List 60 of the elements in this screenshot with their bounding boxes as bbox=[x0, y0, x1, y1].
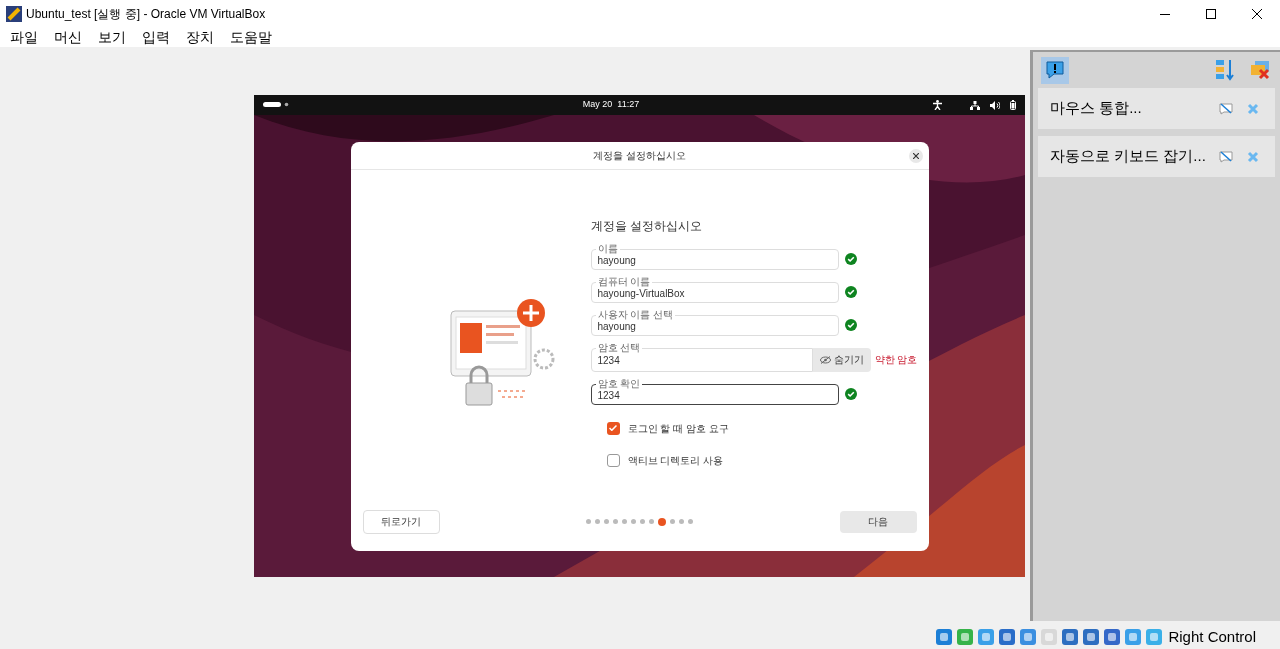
device-status-icon[interactable] bbox=[1103, 628, 1122, 646]
device-status-icon[interactable] bbox=[977, 628, 996, 646]
password-strength: 약한 암호 bbox=[874, 353, 918, 367]
battery-icon[interactable] bbox=[1010, 100, 1016, 110]
volume-icon[interactable] bbox=[990, 100, 1000, 110]
field-label: 암호 선택 bbox=[595, 341, 643, 353]
bubble-slash-icon[interactable] bbox=[1219, 150, 1233, 163]
window-title: Ubuntu_test [실행 중] - Oracle VM VirtualBox bbox=[26, 6, 266, 23]
device-status-icon[interactable] bbox=[1124, 628, 1143, 646]
device-status-icon[interactable] bbox=[935, 628, 954, 646]
eye-slash-icon bbox=[819, 355, 831, 364]
notification-text: 자동으로 키보드 잡기... bbox=[1050, 146, 1206, 167]
bubble-slash-icon[interactable] bbox=[1219, 102, 1233, 115]
field-value: hayoung-VirtualBox bbox=[596, 287, 685, 301]
checkbox-label: 로그인 할 때 암호 요구 bbox=[627, 421, 729, 436]
close-icon bbox=[912, 152, 919, 159]
hide-password-button[interactable]: 숨기기 bbox=[812, 347, 871, 372]
accessibility-icon[interactable] bbox=[933, 100, 942, 110]
sort-icon[interactable] bbox=[1215, 59, 1235, 81]
device-status-icon[interactable] bbox=[1145, 628, 1164, 646]
device-status-icon[interactable] bbox=[1019, 628, 1038, 646]
app-icon bbox=[6, 6, 22, 22]
next-button[interactable]: 다음 bbox=[839, 510, 917, 533]
checkbox[interactable] bbox=[606, 421, 620, 435]
minimize-icon bbox=[1160, 13, 1170, 15]
workspace-indicator-icon[interactable] bbox=[263, 102, 289, 108]
menu-item[interactable]: 장치 bbox=[178, 27, 222, 48]
check-icon bbox=[609, 425, 617, 431]
close-icon bbox=[1252, 9, 1262, 19]
field-label: 암호 확인 bbox=[595, 377, 643, 389]
field-label: 사용자 이름 선택 bbox=[595, 308, 676, 320]
speech-bubble-icon bbox=[1045, 60, 1065, 80]
field-label: 이름 bbox=[595, 242, 620, 254]
notification-text: 마우스 통합... bbox=[1050, 98, 1142, 119]
menu-item[interactable]: 보기 bbox=[90, 27, 134, 48]
close-button[interactable] bbox=[908, 148, 923, 163]
clock[interactable]: May 20 11:27 bbox=[289, 98, 933, 112]
field-label: 컴퓨터 이름 bbox=[595, 275, 653, 287]
form-heading: 계정을 설정하십시오 bbox=[590, 217, 703, 235]
field-value: 1234 bbox=[596, 389, 620, 403]
field-value: hayoung bbox=[596, 320, 636, 334]
notification-center-button[interactable] bbox=[1041, 56, 1069, 84]
checkbox-label: 액티브 디렉토리 사용 bbox=[627, 453, 724, 468]
device-status-icon[interactable] bbox=[956, 628, 975, 646]
device-status-icon[interactable] bbox=[1082, 628, 1101, 646]
checkbox[interactable] bbox=[606, 453, 620, 467]
network-icon[interactable] bbox=[970, 100, 980, 110]
field-value: hayoung bbox=[596, 254, 636, 268]
maximize-icon bbox=[1206, 9, 1216, 19]
field-value: 1234 bbox=[596, 354, 620, 368]
dismiss-all-icon[interactable] bbox=[1249, 60, 1271, 80]
menu-item[interactable]: 도움말 bbox=[222, 27, 280, 48]
menu-item[interactable]: 머신 bbox=[46, 27, 90, 48]
dialog-title: 계정을 설정하십시오 bbox=[593, 148, 686, 163]
back-button[interactable]: 뒤로가기 bbox=[362, 509, 440, 534]
device-status-icon[interactable] bbox=[998, 628, 1017, 646]
menu-item[interactable]: 파일 bbox=[2, 27, 46, 48]
device-status-icon[interactable] bbox=[1061, 628, 1080, 646]
host-key-label: Right Control bbox=[1168, 626, 1256, 647]
menu-item[interactable]: 입력 bbox=[134, 27, 178, 48]
